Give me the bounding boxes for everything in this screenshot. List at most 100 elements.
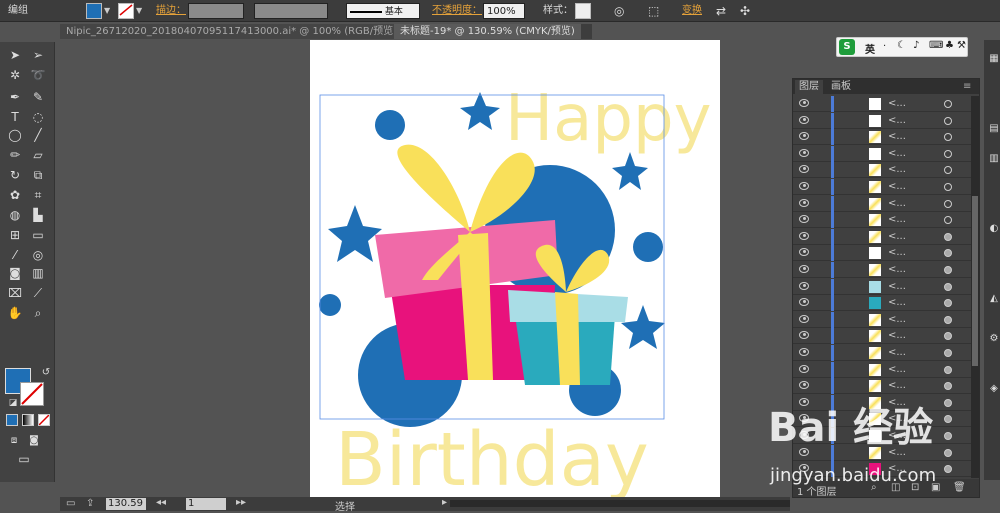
flip-icon[interactable]: ⇄ [716,3,726,19]
panel-icon-1[interactable]: ▦ [984,50,1000,68]
layer-name[interactable]: <... [888,198,906,209]
layer-row[interactable]: <... [793,179,971,195]
magic-wand-icon[interactable]: ✲ [5,66,25,84]
layer-row[interactable]: <... [793,345,971,361]
layer-row[interactable]: <... [793,361,971,378]
layer-row[interactable]: <... [793,378,971,395]
target-circle-icon[interactable] [944,315,952,324]
target-circle-icon[interactable] [944,166,952,175]
target-circle-icon[interactable] [944,149,952,158]
visibility-eye-icon[interactable] [799,231,809,240]
warp-icon[interactable]: ✿ [5,186,25,204]
graphic-style-swatch[interactable] [575,3,591,19]
layer-row[interactable]: <... [793,96,971,112]
layer-name[interactable]: <... [888,247,906,258]
export-icon[interactable]: ⇪ [86,498,94,509]
status-arrow-icon[interactable]: ▸ [442,497,447,508]
prev-artboard-icon[interactable]: ◂◂ [156,497,166,508]
type-tool-icon[interactable]: T [5,108,25,126]
layer-row[interactable]: <... [793,112,971,129]
variable-width-field[interactable] [254,3,328,19]
brush-style-field[interactable]: 基本 [346,3,420,19]
visibility-eye-icon[interactable] [799,348,809,356]
layer-name[interactable]: <... [888,314,906,325]
tab-layers[interactable]: 图层 [795,80,823,94]
panel-icon-4[interactable]: ◐ [984,220,1000,238]
scale-icon[interactable]: ⧉ [28,166,48,184]
visibility-eye-icon[interactable] [799,198,809,207]
tab-document-2[interactable]: 未标题-19* @ 130.59% (CMYK/预览) [394,24,581,39]
stroke-weight-field[interactable] [188,3,244,19]
blend-icon[interactable]: ◎ [28,246,48,264]
default-colors-icon[interactable]: ◪ [3,394,23,412]
slice-tool-icon[interactable]: ⟋ [28,284,48,302]
target-circle-icon[interactable] [944,232,952,241]
layer-name[interactable]: <... [888,181,906,192]
horizontal-scrollbar[interactable] [450,500,790,507]
panel-icon-3[interactable]: ▥ [984,150,1000,168]
layer-name[interactable]: <... [888,364,906,375]
layer-name[interactable]: <... [888,131,906,142]
target-circle-icon[interactable] [944,199,952,208]
tab-document-1[interactable]: Nipic_26712020_20180407095117413000.ai* … [60,24,403,39]
visibility-eye-icon[interactable] [799,381,809,390]
curvature-tool-icon[interactable]: ✎ [28,88,48,106]
visibility-eye-icon[interactable] [799,298,809,307]
ime-keyboard-icon[interactable]: ⌨ [929,40,943,51]
visibility-eye-icon[interactable] [799,115,809,124]
ime-skin-icon[interactable]: ♣ [945,40,954,51]
layer-name[interactable]: <... [888,214,906,225]
hand-tool-icon[interactable]: ✋ [5,304,25,322]
pen-tool-icon[interactable]: ✒ [5,88,25,106]
artboard-tool-icon[interactable]: ⌧ [5,284,25,302]
layer-row[interactable]: <... [793,295,971,312]
layer-row[interactable]: <... [793,145,971,162]
sogou-icon[interactable]: S [839,39,855,55]
ime-settings-icon[interactable]: ⚒ [957,40,966,51]
visibility-eye-icon[interactable] [799,148,809,157]
artboard-number-field[interactable]: 1 [186,498,226,510]
spiral-tool-icon[interactable]: ◌ [28,108,48,126]
panel-scrollbar[interactable] [971,96,979,478]
layer-row[interactable]: <... [793,311,971,328]
free-transform-icon[interactable]: ⌗ [28,186,48,204]
target-circle-icon[interactable] [944,415,952,424]
paintbrush-icon[interactable]: ╱ [28,126,48,144]
layer-name[interactable]: <... [888,231,906,242]
next-artboard-icon[interactable]: ▸▸ [236,497,246,508]
stroke-swatch[interactable] [118,3,134,19]
target-circle-icon[interactable] [944,116,952,125]
draw-inside-icon[interactable]: ◙ [24,432,44,450]
layer-name[interactable]: <... [888,98,906,109]
scroll-thumb[interactable] [972,196,978,366]
layer-row[interactable]: <... [793,228,971,245]
pencil-icon[interactable]: ✏ [5,146,25,164]
layer-row[interactable]: <... [793,195,971,212]
recolor-icon[interactable]: ◎ [614,3,624,19]
delete-layer-icon[interactable]: 🗑 [953,482,966,493]
ellipse-tool-icon[interactable]: ◯ [5,126,25,144]
fill-swatch[interactable] [86,3,102,19]
eyedropper-icon[interactable]: ⁄ [5,246,25,264]
ime-mic-icon[interactable]: ♪ [913,40,919,51]
layer-name[interactable]: <... [888,297,906,308]
layer-name[interactable]: <... [888,164,906,175]
fill-dropdown-icon[interactable]: ▼ [104,3,110,19]
panel-icon-5[interactable]: ◭ [984,290,1000,308]
live-paint-icon[interactable]: ▙ [28,206,48,224]
layer-row[interactable]: <... [793,278,971,295]
layer-name[interactable]: <... [888,347,906,358]
layers-dock-icon[interactable]: ◈ [984,380,1000,398]
target-circle-icon[interactable] [944,183,952,191]
visibility-eye-icon[interactable] [799,99,809,107]
target-circle-icon[interactable] [944,448,952,457]
target-circle-icon[interactable] [944,100,952,108]
align-icon[interactable]: ⬚ [648,3,659,19]
isolate-icon[interactable]: ✣ [740,3,750,19]
panel-icon-2[interactable]: ▤ [984,120,1000,138]
visibility-eye-icon[interactable] [799,281,809,290]
panel-icon-6[interactable]: ⚙ [984,330,1000,348]
target-circle-icon[interactable] [944,216,952,225]
visibility-eye-icon[interactable] [799,248,809,257]
perspective-grid-icon[interactable]: ⊞ [5,226,25,244]
